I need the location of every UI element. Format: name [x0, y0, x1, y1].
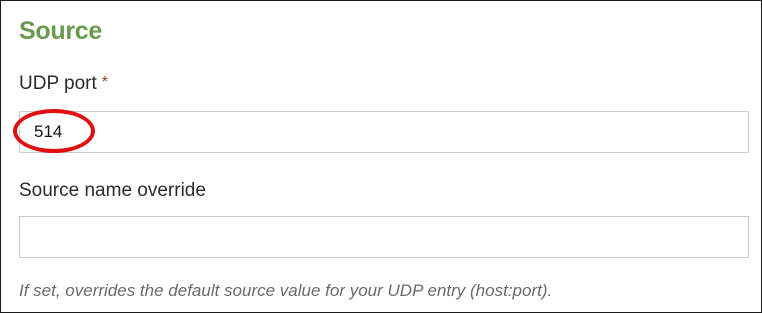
source-name-override-input[interactable] [19, 216, 749, 258]
source-name-override-help: If set, overrides the default source val… [19, 281, 553, 300]
udp-port-label-text: UDP port [19, 73, 97, 94]
udp-port-label: UDP port * [19, 73, 108, 95]
section-title: Source [19, 17, 102, 45]
udp-port-input[interactable] [19, 111, 749, 153]
required-marker: * [101, 74, 109, 91]
source-name-override-label: Source name override [19, 180, 206, 201]
source-form-panel: Source UDP port* Source name override If… [0, 0, 762, 313]
